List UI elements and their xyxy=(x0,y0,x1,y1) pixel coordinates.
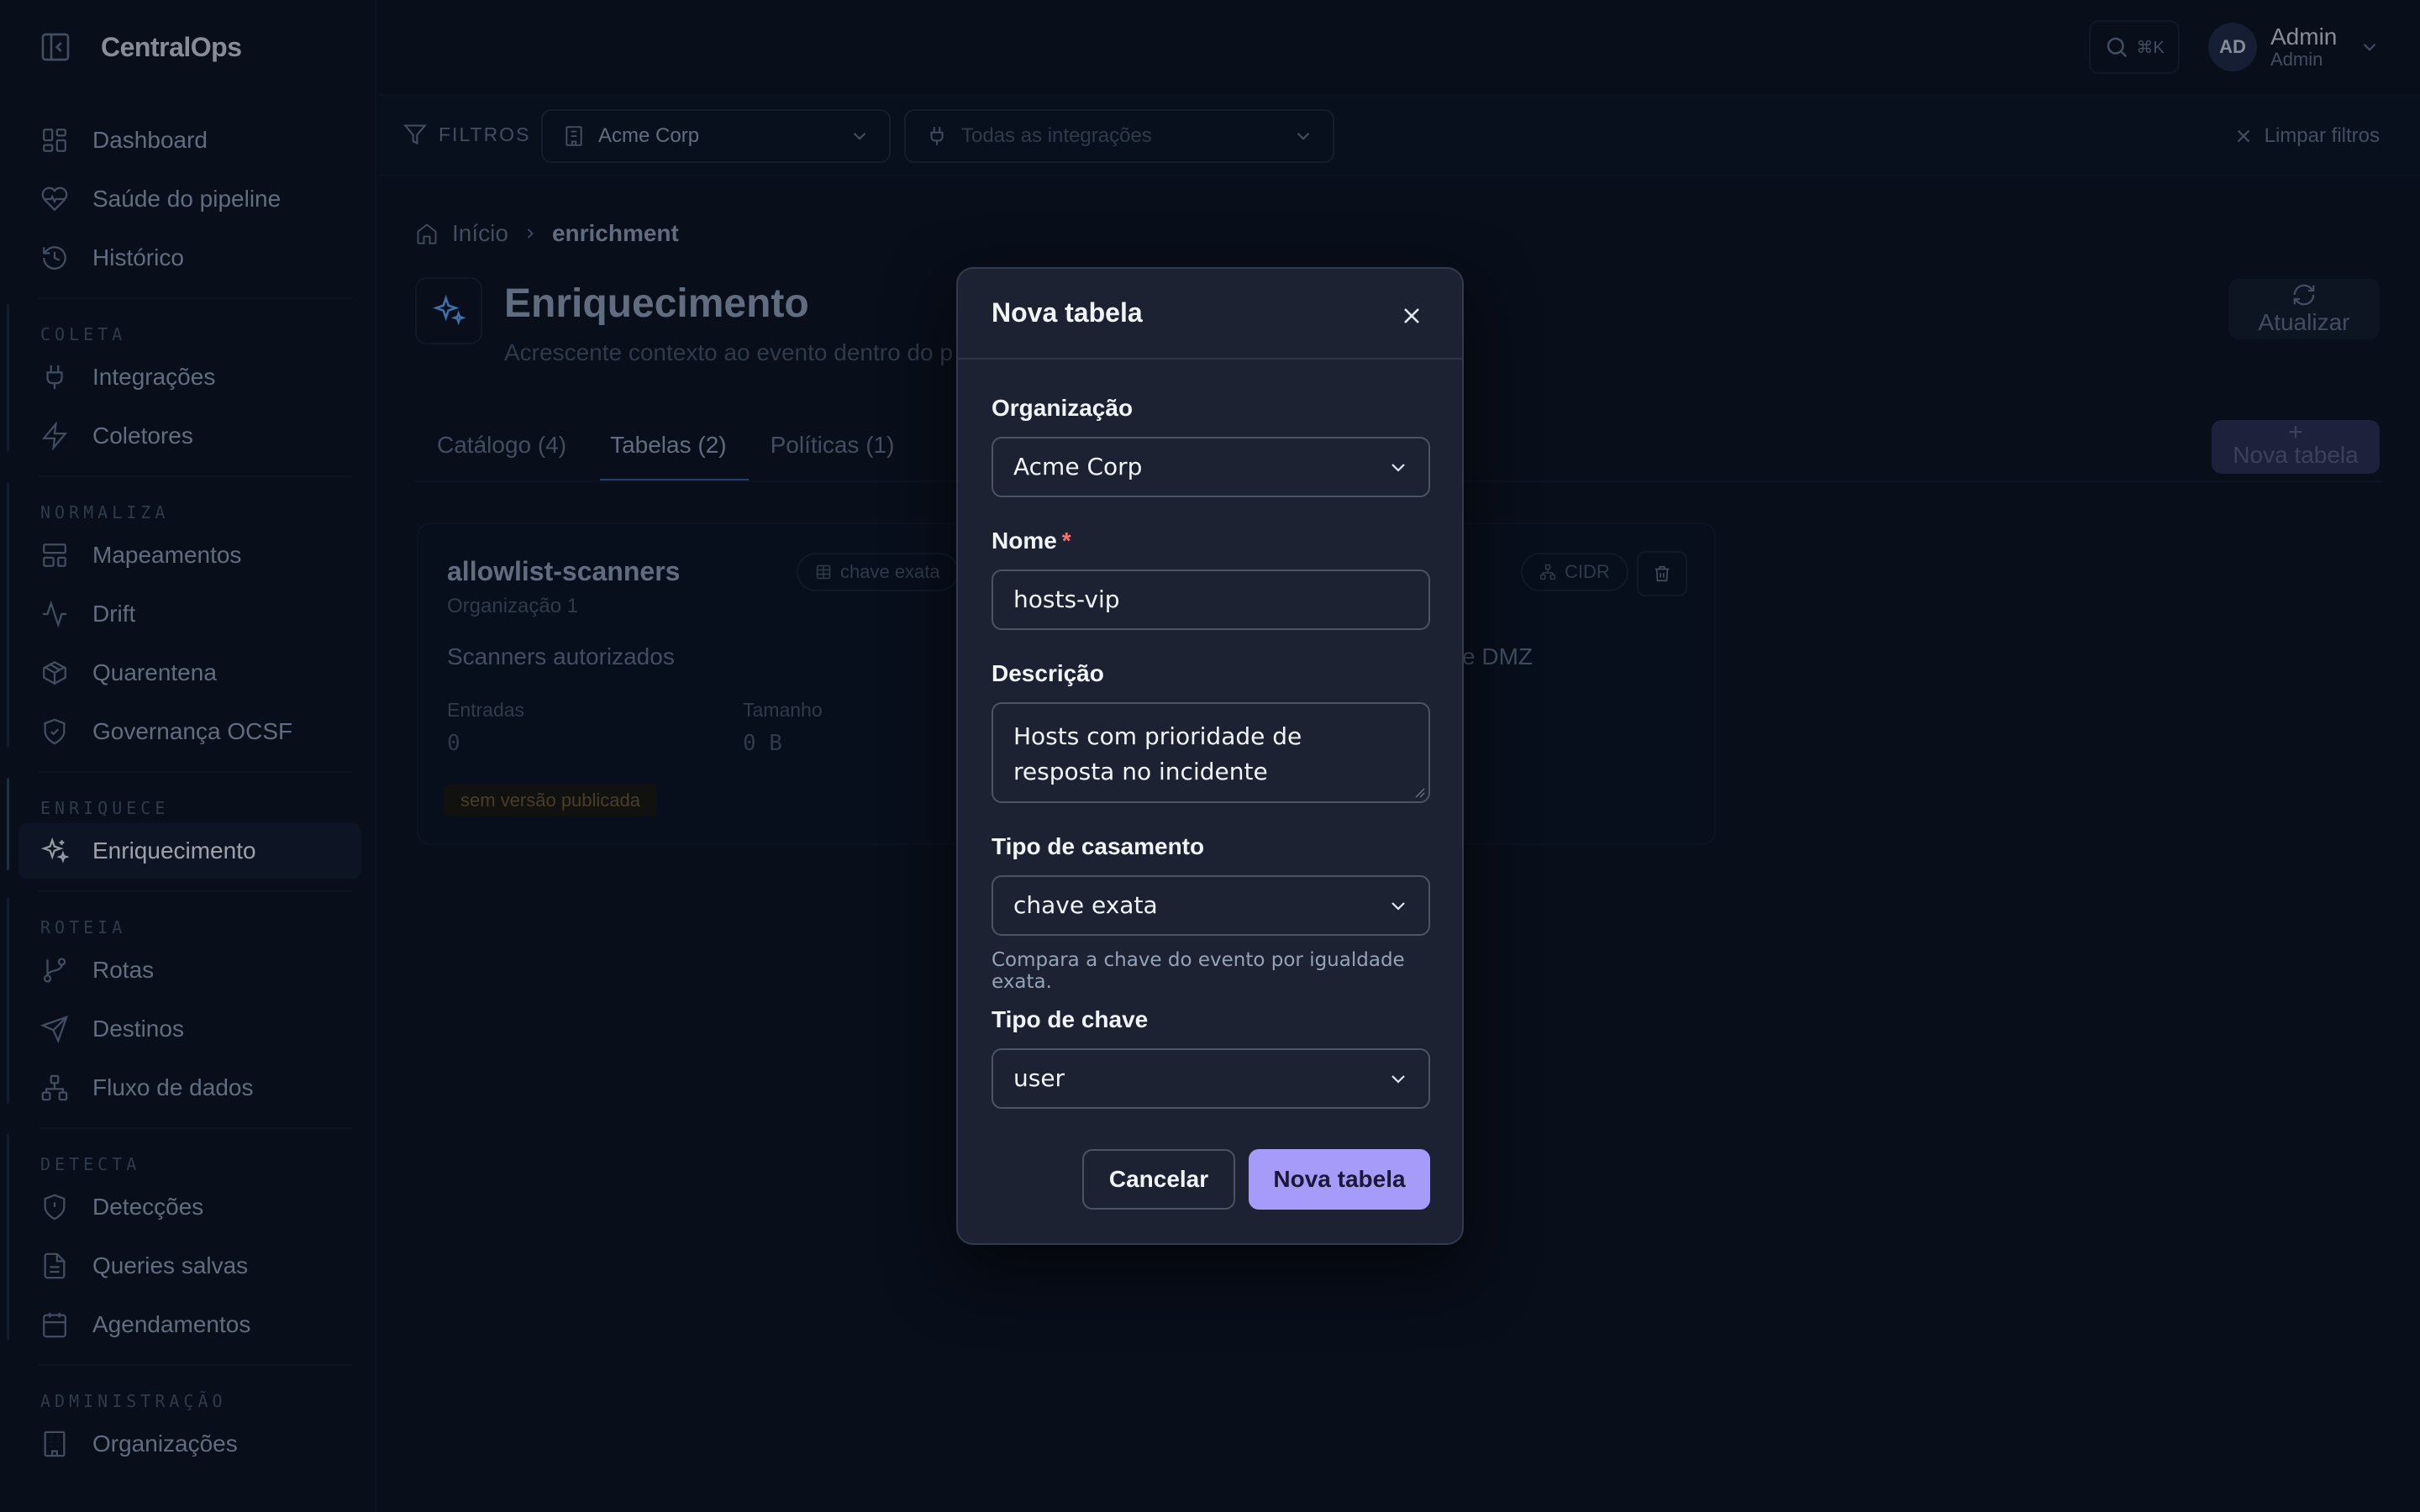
name-label: Nome * xyxy=(992,528,1071,554)
match-type-select-value: chave exata xyxy=(1013,891,1158,919)
chevron-down-icon xyxy=(1392,1075,1405,1084)
key-type-select[interactable]: user xyxy=(992,1048,1430,1109)
name-label-text: Nome xyxy=(992,528,1057,554)
description-textarea[interactable]: Hosts com prioridade de resposta no inci… xyxy=(992,702,1430,803)
match-type-select[interactable]: chave exata xyxy=(992,875,1430,936)
organization-select[interactable]: Acme Corp xyxy=(992,437,1430,497)
chevron-down-icon xyxy=(1392,464,1405,472)
name-input[interactable]: hosts-vip xyxy=(992,570,1430,630)
description-text: Hosts com prioridade de resposta no inci… xyxy=(1013,722,1302,785)
dialog-title: Nova tabela xyxy=(992,297,1143,328)
cancel-button[interactable]: Cancelar xyxy=(1082,1149,1235,1210)
key-type-label: Tipo de chave xyxy=(992,1006,1149,1032)
dialog-header: Nova tabela xyxy=(958,269,1462,360)
match-type-label: Tipo de casamento xyxy=(992,833,1205,859)
resize-handle-icon[interactable] xyxy=(1413,786,1425,798)
organization-select-value: Acme Corp xyxy=(1013,453,1143,480)
match-type-hint: Compara a chave do evento por igualdade … xyxy=(992,949,1405,993)
new-table-dialog: Nova tabela Organização Acme Corp Nome * … xyxy=(956,267,1464,1245)
description-label: Descrição xyxy=(992,660,1104,686)
close-icon[interactable] xyxy=(1402,306,1422,326)
key-type-select-value: user xyxy=(1013,1064,1065,1092)
organization-label: Organização xyxy=(992,395,1134,421)
create-table-button[interactable]: Nova tabela xyxy=(1249,1149,1430,1210)
chevron-down-icon xyxy=(1392,902,1405,911)
required-marker: * xyxy=(1061,528,1071,554)
